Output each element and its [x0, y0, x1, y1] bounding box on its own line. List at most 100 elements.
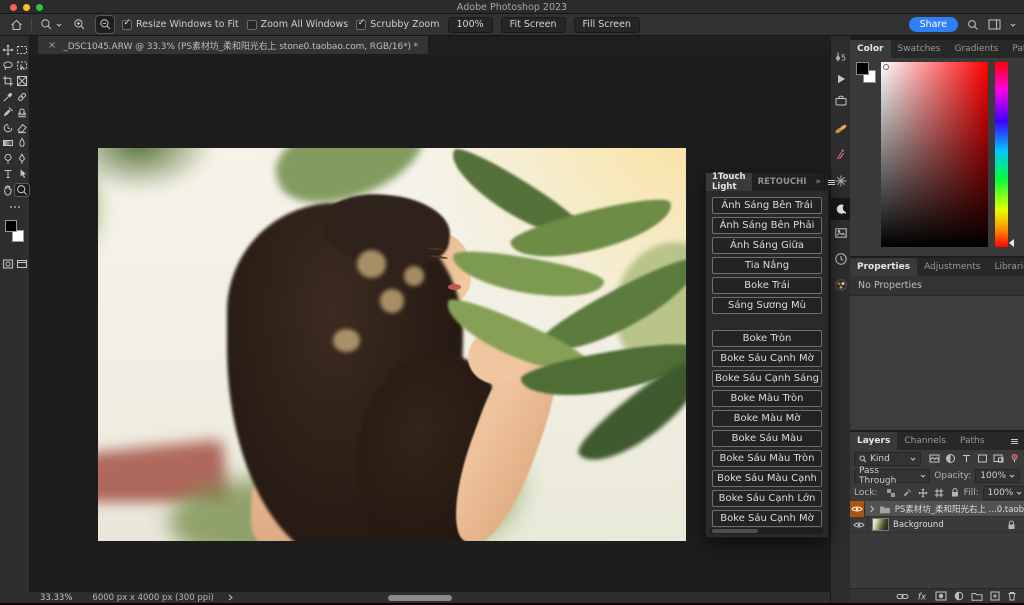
- checkbox-checked-icon[interactable]: [356, 20, 366, 30]
- effect-button[interactable]: Boke Sáu Cạnh Sáng: [712, 370, 822, 387]
- palette-panel-icon[interactable]: [834, 278, 848, 292]
- path-selection-tool[interactable]: [15, 168, 29, 180]
- fit-screen-button[interactable]: Fit Screen: [501, 17, 566, 33]
- mixer-panel-5-icon[interactable]: 5: [834, 50, 848, 64]
- scrollbar-thumb[interactable]: [712, 529, 758, 533]
- zoom-in-icon[interactable]: [70, 16, 88, 33]
- color-picker-marker[interactable]: [883, 64, 889, 70]
- tab-layers[interactable]: Layers: [850, 432, 897, 450]
- new-group-icon[interactable]: [971, 592, 983, 601]
- delete-layer-icon[interactable]: [1007, 591, 1017, 601]
- effect-button[interactable]: Ánh Sáng Bên Phải: [712, 217, 822, 234]
- lock-transparency-icon[interactable]: [886, 488, 896, 498]
- tab-1touch-light[interactable]: 1Touch Light: [706, 173, 752, 191]
- layer-visibility-eye-icon[interactable]: [850, 501, 865, 517]
- tab-paths[interactable]: Paths: [953, 432, 991, 450]
- hand-tool[interactable]: [1, 184, 15, 196]
- expand-group-chevron-icon[interactable]: [869, 505, 875, 513]
- move-tool[interactable]: [1, 44, 15, 56]
- lock-all-icon[interactable]: [950, 487, 960, 498]
- tab-adjustments[interactable]: Adjustments: [917, 258, 987, 276]
- type-layer-filter-icon[interactable]: [961, 453, 972, 464]
- close-tab-icon[interactable]: ×: [48, 40, 56, 51]
- link-layers-icon[interactable]: [896, 592, 909, 601]
- tab-patterns[interactable]: Patterns: [1005, 40, 1024, 58]
- share-button[interactable]: Share: [909, 17, 958, 32]
- tab-gradients[interactable]: Gradients: [948, 40, 1006, 58]
- rectangular-marquee-tool[interactable]: [15, 44, 29, 56]
- layer-name[interactable]: PS素材坊_柔和阳光右上 ...0.taobao.com: [895, 503, 1024, 515]
- hue-slider-handle[interactable]: [1009, 239, 1014, 247]
- gold-leaf-plugin-icon[interactable]: [834, 122, 848, 136]
- effect-button[interactable]: Sáng Sương Mù: [712, 297, 822, 314]
- hue-slider[interactable]: [995, 62, 1008, 247]
- tab-color[interactable]: Color: [850, 40, 891, 58]
- blend-mode-select[interactable]: Pass Through: [854, 469, 930, 483]
- pen-tool[interactable]: [15, 153, 29, 165]
- layer-row-background[interactable]: Background: [850, 517, 1024, 533]
- tab-properties[interactable]: Properties: [850, 258, 917, 276]
- effect-button[interactable]: Boke Sáu Màu Cạnh: [712, 470, 822, 487]
- layer-mask-icon[interactable]: [935, 591, 947, 601]
- tab-channels[interactable]: Channels: [897, 432, 953, 450]
- zoom-all-windows-checkbox[interactable]: Zoom All Windows: [247, 19, 349, 30]
- shape-layer-filter-icon[interactable]: [977, 453, 988, 464]
- eyedropper-tool[interactable]: [1, 91, 15, 103]
- quick-mask-icon[interactable]: [1, 258, 15, 270]
- photo-canvas[interactable]: [98, 148, 686, 541]
- workspace-switcher-icon[interactable]: [988, 19, 1001, 30]
- briefcase-icon[interactable]: [834, 94, 848, 108]
- eraser-tool[interactable]: [15, 122, 29, 134]
- new-layer-icon[interactable]: [990, 591, 1000, 601]
- layer-visibility-eye-icon[interactable]: [850, 517, 868, 533]
- tab-retouch[interactable]: RETOUCHI: [752, 173, 813, 191]
- blur-tool[interactable]: [15, 137, 29, 149]
- moon-panel-icon[interactable]: [831, 198, 851, 220]
- panel-menu-icon[interactable]: [1010, 432, 1024, 450]
- effect-button[interactable]: Boke Màu Mờ: [712, 410, 822, 427]
- search-icon[interactable]: [967, 19, 979, 31]
- zoom-out-icon[interactable]: [96, 16, 114, 33]
- screen-mode-icon[interactable]: [15, 258, 29, 270]
- frame-tool[interactable]: [15, 75, 29, 87]
- lasso-tool[interactable]: [1, 60, 15, 72]
- effect-button[interactable]: Boke Sáu Cạnh Lớn: [712, 490, 822, 507]
- checkbox-unchecked-icon[interactable]: [247, 20, 257, 30]
- layer-thumbnail[interactable]: [872, 518, 889, 531]
- actions-play-icon[interactable]: [834, 72, 848, 86]
- effect-button[interactable]: Tia Nắng: [712, 257, 822, 274]
- gradient-tool[interactable]: [1, 137, 15, 149]
- saturation-brightness-field[interactable]: [881, 62, 988, 247]
- foreground-color-swatch[interactable]: [5, 220, 17, 232]
- lock-artboard-icon[interactable]: [934, 488, 944, 498]
- effect-button[interactable]: Boke Sáu Cạnh Mờ: [712, 350, 822, 367]
- spot-healing-tool[interactable]: [15, 91, 29, 103]
- zoom-level-field[interactable]: 33.33%: [40, 593, 72, 603]
- panel-menu-icon[interactable]: [824, 173, 841, 191]
- fill-screen-button[interactable]: Fill Screen: [574, 17, 640, 33]
- home-icon[interactable]: [10, 19, 23, 31]
- effect-button[interactable]: Boke Màu Tròn: [712, 390, 822, 407]
- pink-brush-plugin-icon[interactable]: [834, 148, 848, 162]
- smart-object-filter-icon[interactable]: [993, 453, 1004, 464]
- horizontal-scrollbar-thumb[interactable]: [388, 595, 452, 601]
- tab-swatches[interactable]: Swatches: [891, 40, 948, 58]
- object-selection-tool[interactable]: [15, 60, 29, 72]
- crop-tool[interactable]: [1, 75, 15, 87]
- layer-filter-select[interactable]: Kind: [854, 452, 921, 466]
- resize-windows-checkbox[interactable]: Resize Windows to Fit: [122, 19, 239, 30]
- tab-libraries[interactable]: Libraries: [987, 258, 1024, 276]
- layer-row-group[interactable]: PS素材坊_柔和阳光右上 ...0.taobao.com: [850, 501, 1024, 517]
- clone-stamp-tool[interactable]: [15, 106, 29, 118]
- document-tab[interactable]: × _DSC1045.ARW @ 33.3% (PS素材坊_柔和阳光右上 sto…: [38, 36, 429, 54]
- pixel-layer-filter-icon[interactable]: [929, 453, 940, 464]
- effect-button[interactable]: Boke Trái: [712, 277, 822, 294]
- effect-button[interactable]: Ánh Sáng Giữa: [712, 237, 822, 254]
- foreground-color-swatch[interactable]: [856, 62, 869, 75]
- adjustment-layer-filter-icon[interactable]: [945, 453, 956, 464]
- scrubby-zoom-checkbox[interactable]: Scrubby Zoom: [356, 19, 439, 30]
- checkbox-checked-icon[interactable]: [122, 20, 132, 30]
- fill-select[interactable]: 100%: [983, 486, 1024, 500]
- edit-toolbar-ellipsis-icon[interactable]: [8, 204, 22, 210]
- type-tool[interactable]: [1, 168, 15, 180]
